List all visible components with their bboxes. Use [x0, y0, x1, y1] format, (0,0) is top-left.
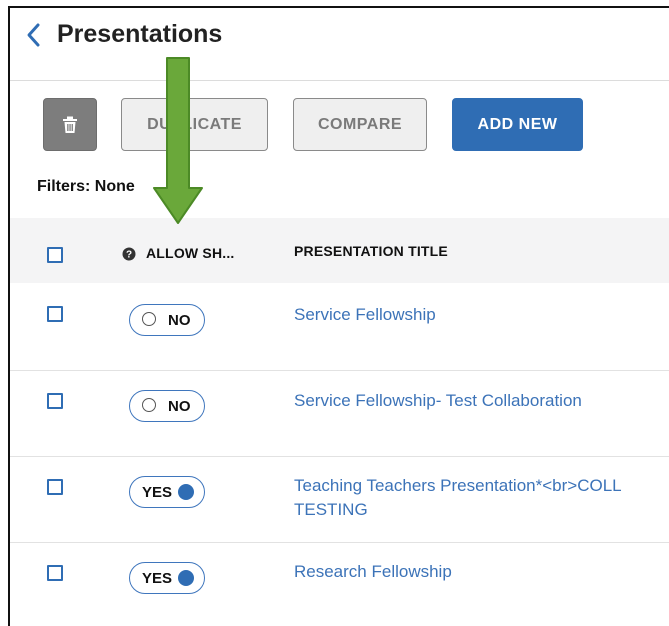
toggle-knob — [142, 312, 156, 326]
presentation-title-link[interactable]: Research Fellowship — [294, 560, 452, 584]
page-title: Presentations — [57, 20, 223, 48]
duplicate-button[interactable]: DUPLICATE — [121, 98, 268, 151]
add-new-button[interactable]: ADD NEW — [452, 98, 583, 151]
toggle-knob — [178, 570, 194, 586]
allow-share-toggle[interactable]: NO — [129, 304, 205, 336]
table-row: NO Service Fellowship- Test Collaboratio… — [10, 370, 669, 457]
row-checkbox[interactable] — [47, 479, 63, 495]
toggle-knob — [178, 484, 194, 500]
presentations-panel: Presentations DUPLICATE COMPARE ADD NEW … — [8, 6, 669, 626]
table-row: NO Service Fellowship — [10, 283, 669, 371]
toggle-label: NO — [168, 312, 191, 329]
toggle-label: NO — [168, 398, 191, 415]
allow-share-toggle[interactable]: YES — [129, 562, 205, 594]
table-header: ? ALLOW SH... PRESENTATION TITLE — [10, 218, 669, 283]
presentation-title-link[interactable]: Service Fellowship- Test Collaboration — [294, 389, 582, 413]
page-header: Presentations — [10, 8, 669, 81]
trash-icon — [63, 116, 77, 133]
compare-button[interactable]: COMPARE — [293, 98, 427, 151]
row-checkbox[interactable] — [47, 306, 63, 322]
table-row: YES Research Fellowship — [10, 542, 669, 626]
column-header-allow-share[interactable]: ALLOW SH... — [146, 245, 235, 261]
column-header-presentation-title[interactable]: PRESENTATION TITLE — [294, 243, 448, 259]
toggle-knob — [142, 398, 156, 412]
table-row: YES Teaching Teachers Presentation*<br>C… — [10, 456, 669, 543]
svg-text:?: ? — [126, 250, 132, 261]
help-icon[interactable]: ? — [122, 247, 136, 261]
row-checkbox[interactable] — [47, 393, 63, 409]
chevron-left-icon[interactable] — [24, 22, 44, 48]
filters-label: Filters: None — [37, 178, 135, 195]
allow-share-toggle[interactable]: NO — [129, 390, 205, 422]
presentation-title-link[interactable]: Teaching Teachers Presentation*<br>COLL … — [294, 474, 622, 522]
toggle-label: YES — [142, 570, 173, 587]
delete-button[interactable] — [43, 98, 97, 151]
presentation-title-line: TESTING — [294, 500, 368, 519]
row-checkbox[interactable] — [47, 565, 63, 581]
presentation-title-line: Teaching Teachers Presentation*<br>COLL — [294, 476, 622, 495]
toggle-label: YES — [142, 484, 173, 501]
select-all-checkbox[interactable] — [47, 247, 63, 263]
allow-share-toggle[interactable]: YES — [129, 476, 205, 508]
presentation-title-link[interactable]: Service Fellowship — [294, 303, 436, 327]
